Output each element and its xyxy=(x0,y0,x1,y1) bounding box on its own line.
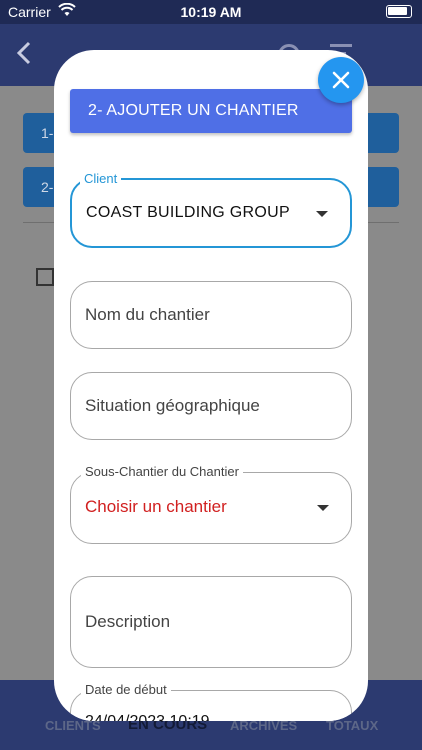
dropdown-arrow-icon xyxy=(316,211,328,217)
date-debut-label: Date de début xyxy=(81,681,171,699)
nom-chantier-input[interactable]: Nom du chantier xyxy=(70,281,352,349)
sous-chantier-label: Sous-Chantier du Chantier xyxy=(81,463,243,481)
status-bar: Carrier 10:19 AM xyxy=(0,0,422,24)
dropdown-arrow-icon xyxy=(317,505,329,511)
situation-input[interactable]: Situation géographique xyxy=(70,372,352,440)
client-value: COAST BUILDING GROUP xyxy=(86,204,290,221)
back-arrow-icon[interactable] xyxy=(14,40,36,68)
battery-icon xyxy=(386,5,412,18)
date-debut-input[interactable]: Date de début 24/04/2023 10:19 xyxy=(70,681,352,721)
situation-placeholder: Situation géographique xyxy=(85,396,260,415)
client-select[interactable]: Client COAST BUILDING GROUP xyxy=(70,170,352,248)
close-icon xyxy=(331,67,351,97)
description-input[interactable]: Description xyxy=(70,576,352,668)
date-debut-value: 24/04/2023 10:19 xyxy=(85,713,210,721)
sous-chantier-value: Choisir un chantier xyxy=(85,497,227,516)
client-label: Client xyxy=(80,170,122,188)
description-placeholder: Description xyxy=(85,612,171,631)
add-chantier-modal: 2- AJOUTER UN CHANTIER Client COAST BUIL… xyxy=(54,50,368,721)
close-button[interactable] xyxy=(318,57,364,103)
clock: 10:19 AM xyxy=(180,4,242,20)
nom-chantier-placeholder: Nom du chantier xyxy=(85,305,210,324)
modal-title: 2- AJOUTER UN CHANTIER xyxy=(70,89,352,133)
checkbox xyxy=(36,268,54,286)
sous-chantier-select[interactable]: Sous-Chantier du Chantier Choisir un cha… xyxy=(70,463,352,544)
